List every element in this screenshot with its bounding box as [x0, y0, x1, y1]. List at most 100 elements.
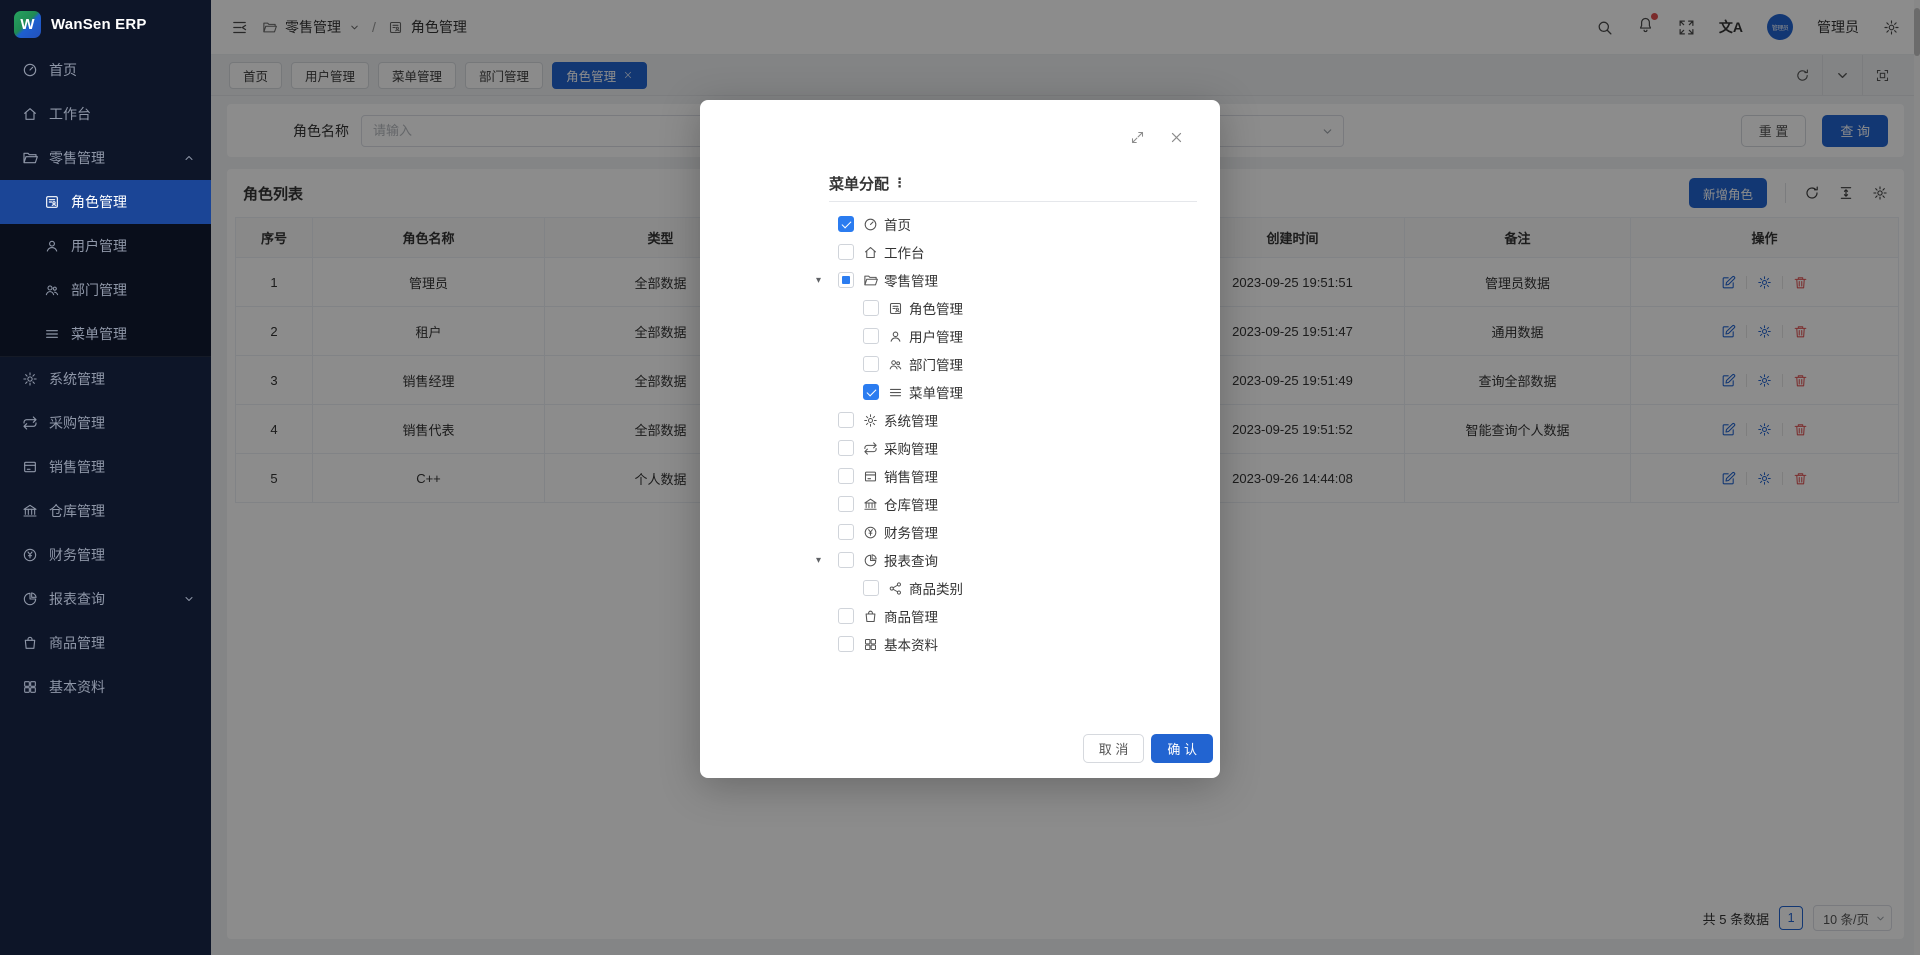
tree-node-purchase[interactable]: 采购管理	[816, 434, 1220, 462]
menu-tree: 首页工作台 ▾ 零售管理角色管理用户管理部门管理菜单管理系统管理采购管理销售管理仓库…	[700, 210, 1220, 658]
sidebar-submenu-retail: 角色管理用户管理部门管理菜单管理	[0, 180, 211, 357]
checkbox-report[interactable]	[838, 552, 854, 568]
tree-node-label: 仓库管理	[884, 494, 938, 514]
checkbox-system[interactable]	[838, 412, 854, 428]
tree-node-sales[interactable]: 销售管理	[816, 462, 1220, 490]
tree-node-product-category[interactable]: 商品类别	[841, 574, 1220, 602]
tree-node-label: 基本资料	[884, 634, 938, 654]
sidebar-item-label: 财务管理	[49, 545, 105, 565]
checkbox-purchase[interactable]	[838, 440, 854, 456]
tree-node-role[interactable]: 角色管理	[841, 294, 1220, 322]
tree-node-home[interactable]: 首页	[816, 210, 1220, 238]
dashboard-icon	[863, 217, 878, 232]
checkbox-role[interactable]	[863, 300, 879, 316]
menu-icon	[44, 326, 60, 342]
tree-node-finance[interactable]: 财务管理	[816, 518, 1220, 546]
checkbox-user[interactable]	[863, 328, 879, 344]
role-icon	[888, 301, 903, 316]
tree-node-label: 零售管理	[884, 270, 938, 290]
sidebar-item-basic[interactable]: 基本资料	[0, 665, 211, 709]
home-icon	[863, 245, 878, 260]
tree-node-label: 采购管理	[884, 438, 938, 458]
tree-node-retail[interactable]: ▾ 零售管理	[816, 266, 1220, 294]
repeat-icon	[22, 415, 38, 431]
sidebar-item-warehouse[interactable]: 仓库管理	[0, 489, 211, 533]
sidebar-item-role[interactable]: 角色管理	[0, 180, 211, 224]
tree-node-menu[interactable]: 菜单管理	[841, 378, 1220, 406]
tree-node-label: 部门管理	[909, 354, 963, 374]
dialog-close-icon[interactable]	[1169, 130, 1184, 145]
dialog-title-mark: ⋮	[893, 175, 906, 191]
checkbox-sales[interactable]	[838, 468, 854, 484]
tree-node-label: 商品管理	[884, 606, 938, 626]
tree-node-warehouse[interactable]: 仓库管理	[816, 490, 1220, 518]
gear-icon	[22, 371, 38, 387]
tree-node-label: 财务管理	[884, 522, 938, 542]
checkbox-retail[interactable]	[838, 272, 854, 288]
app-root: W WanSen ERP 首页工作台零售管理角色管理用户管理部门管理菜单管理系统…	[0, 0, 1920, 955]
sidebar-item-finance[interactable]: 财务管理	[0, 533, 211, 577]
sidebar-item-sales[interactable]: 销售管理	[0, 445, 211, 489]
sidebar-item-retail[interactable]: 零售管理	[0, 136, 211, 180]
sidebar-item-product[interactable]: 商品管理	[0, 621, 211, 665]
cancel-button[interactable]: 取 消	[1083, 734, 1145, 763]
home-icon	[22, 106, 38, 122]
checkbox-dept[interactable]	[863, 356, 879, 372]
checkbox-warehouse[interactable]	[838, 496, 854, 512]
checkbox-product[interactable]	[838, 608, 854, 624]
tree-node-label: 菜单管理	[909, 382, 963, 402]
sidebar-item-label: 销售管理	[49, 457, 105, 477]
tree-node-product[interactable]: 商品管理	[816, 602, 1220, 630]
dialog-title-row: 菜单分配 ⋮	[700, 170, 1220, 196]
checkbox-finance[interactable]	[838, 524, 854, 540]
sidebar-item-label: 菜单管理	[71, 324, 127, 344]
sidebar-item-user[interactable]: 用户管理	[0, 224, 211, 268]
chevron-down-icon	[183, 593, 195, 605]
tree-node-label: 系统管理	[884, 410, 938, 430]
sidebar-item-label: 首页	[49, 60, 77, 80]
sidebar-item-workbench[interactable]: 工作台	[0, 92, 211, 136]
sidebar-item-dept[interactable]: 部门管理	[0, 268, 211, 312]
tree-node-user[interactable]: 用户管理	[841, 322, 1220, 350]
tree-node-dept[interactable]: 部门管理	[841, 350, 1220, 378]
sidebar-item-label: 基本资料	[49, 677, 105, 697]
checkbox-workbench[interactable]	[838, 244, 854, 260]
app-logo[interactable]: W WanSen ERP	[0, 0, 211, 48]
tree-node-workbench[interactable]: 工作台	[816, 238, 1220, 266]
sidebar-item-label: 部门管理	[71, 280, 127, 300]
bank-icon	[22, 503, 38, 519]
shop-icon	[22, 459, 38, 475]
menu-icon	[888, 385, 903, 400]
sidebar-item-label: 零售管理	[49, 148, 105, 168]
finance-icon	[863, 525, 878, 540]
sidebar-item-report[interactable]: 报表查询	[0, 577, 211, 621]
tree-node-basic[interactable]: 基本资料	[816, 630, 1220, 658]
sidebar-item-menu[interactable]: 菜单管理	[0, 312, 211, 356]
checkbox-home[interactable]	[838, 216, 854, 232]
sidebar-item-label: 工作台	[49, 104, 91, 124]
menu-assign-dialog: 菜单分配 ⋮ 首页工作台 ▾ 零售管理角色管理用户管理部门管理菜单管理系统管理采购管…	[700, 100, 1220, 778]
bag-icon	[22, 635, 38, 651]
checkbox-menu[interactable]	[863, 384, 879, 400]
tree-node-report[interactable]: ▾报表查询	[816, 546, 1220, 574]
caret-down-icon[interactable]: ▾	[816, 275, 838, 286]
tree-node-label: 用户管理	[909, 326, 963, 346]
finance-icon	[22, 547, 38, 563]
divider	[829, 201, 1197, 202]
pie-icon	[863, 553, 878, 568]
bank-icon	[863, 497, 878, 512]
checkbox-basic[interactable]	[838, 636, 854, 652]
checkbox-product-category[interactable]	[863, 580, 879, 596]
sidebar-item-purchase[interactable]: 采购管理	[0, 401, 211, 445]
caret-down-icon[interactable]: ▾	[816, 555, 838, 566]
tree-node-label: 销售管理	[884, 466, 938, 486]
tree-node-system[interactable]: 系统管理	[816, 406, 1220, 434]
share-icon	[888, 581, 903, 596]
confirm-button[interactable]: 确 认	[1151, 734, 1213, 763]
team-icon	[888, 357, 903, 372]
sidebar-item-system[interactable]: 系统管理	[0, 357, 211, 401]
dialog-expand-icon[interactable]	[1130, 130, 1145, 145]
sidebar-item-home[interactable]: 首页	[0, 48, 211, 92]
logo-icon: W	[14, 11, 41, 38]
bag-icon	[863, 609, 878, 624]
